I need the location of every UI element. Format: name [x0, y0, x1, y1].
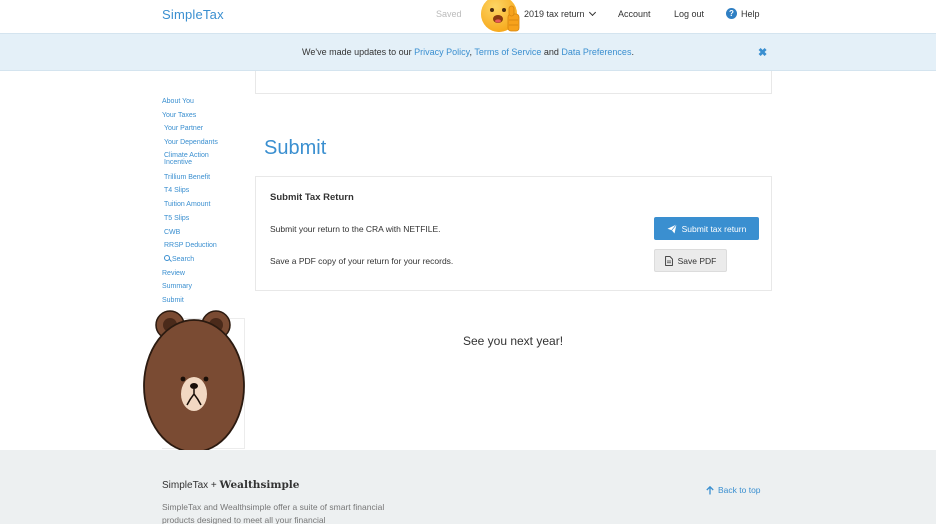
sidebar-item-rrsp-deduction[interactable]: RRSP Deduction [162, 241, 252, 255]
footer: SimpleTax + Wealthsimple SimpleTax and W… [0, 450, 936, 524]
logo[interactable]: SimpleTax [162, 7, 224, 22]
submit-tax-return-card: Submit Tax Return Submit your return to … [255, 176, 772, 291]
logout-link[interactable]: Log out [674, 9, 704, 19]
back-to-top-label: Back to top [718, 485, 761, 495]
tax-year-label: 2019 tax return [524, 9, 585, 19]
submit-tax-return-button[interactable]: Submit tax return [654, 217, 759, 240]
sidebar-item-climate-action-incentive[interactable]: Climate Action Incentive [162, 152, 222, 173]
close-icon[interactable]: ✖ [758, 46, 767, 59]
card-heading: Submit Tax Return [270, 192, 354, 203]
sidebar-item-about-you[interactable]: About You [162, 97, 252, 111]
sidebar-item-t5-slips[interactable]: T5 Slips [162, 214, 252, 228]
back-to-top-link[interactable]: Back to top [706, 485, 761, 495]
file-icon [664, 255, 673, 266]
policy-update-banner: We've made updates to our Privacy Policy… [0, 33, 936, 71]
sidebar-item-t4-slips[interactable]: T4 Slips [162, 186, 252, 200]
pdf-description: Save a PDF copy of your return for your … [270, 256, 454, 266]
sidebar-item-cwb[interactable]: CWB [162, 228, 252, 242]
sidebar-item-trillium-benefit[interactable]: Trillium Benefit [162, 173, 252, 187]
footer-brand: SimpleTax + Wealthsimple [162, 479, 299, 491]
sidebar-item-search[interactable]: Search [162, 254, 252, 269]
sidebar-nav: About You Your Taxes Your Partner Your D… [162, 97, 252, 310]
netfile-description: Submit your return to the CRA with NETFI… [270, 224, 441, 234]
banner-prefix: We've made updates to our [302, 47, 415, 57]
help-link[interactable]: ? Help [726, 8, 760, 19]
emoji-thumbs-up-sticker [481, 0, 520, 32]
banner-message: We've made updates to our Privacy Policy… [0, 47, 936, 57]
top-header: SimpleTax Saved 2019 tax return Account … [0, 0, 936, 33]
saved-status: Saved [436, 9, 462, 19]
send-icon [667, 223, 677, 233]
footer-description: SimpleTax and Wealthsimple offer a suite… [162, 502, 385, 524]
bear-sticker [143, 310, 245, 453]
sidebar-item-your-dependants[interactable]: Your Dependants [162, 138, 252, 152]
footer-brand-plus: + [208, 480, 220, 491]
footer-brand-wealthsimple: Wealthsimple [219, 479, 300, 491]
save-pdf-button[interactable]: Save PDF [654, 249, 727, 272]
help-icon: ? [726, 8, 737, 19]
sidebar-item-summary[interactable]: Summary [162, 282, 252, 296]
account-link[interactable]: Account [618, 9, 651, 19]
help-label: Help [741, 8, 760, 19]
previous-card [255, 71, 772, 94]
banner-suffix: . [631, 47, 634, 57]
chevron-down-icon [588, 8, 596, 17]
page-title: Submit [264, 137, 327, 159]
save-pdf-label: Save PDF [677, 255, 717, 266]
privacy-policy-link[interactable]: Privacy Policy [414, 47, 469, 57]
sidebar-item-your-taxes[interactable]: Your Taxes [162, 111, 252, 125]
tax-year-dropdown[interactable]: 2019 tax return [524, 8, 596, 19]
data-preferences-link[interactable]: Data Preferences [561, 47, 631, 57]
banner-and: and [541, 47, 562, 57]
arrow-up-icon [706, 485, 714, 494]
sidebar-item-your-partner[interactable]: Your Partner [162, 124, 252, 138]
submit-button-label: Submit tax return [681, 223, 747, 234]
sidebar-search-label: Search [172, 255, 195, 263]
footer-brand-simpletax: SimpleTax [162, 480, 209, 491]
sidebar-item-review[interactable]: Review [162, 269, 252, 283]
terms-of-service-link[interactable]: Terms of Service [474, 47, 541, 57]
sidebar-item-tuition-amount[interactable]: Tuition Amount [162, 200, 252, 214]
search-icon [164, 254, 170, 261]
